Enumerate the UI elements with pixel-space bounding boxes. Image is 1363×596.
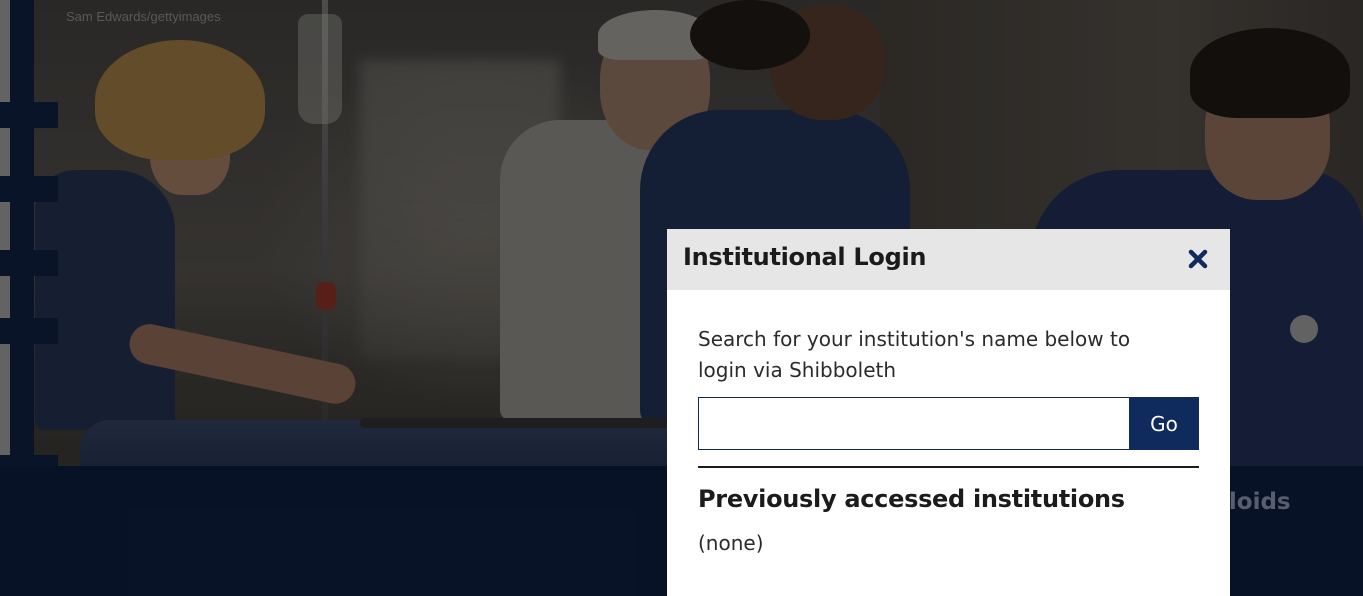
close-icon: [1188, 249, 1208, 269]
previous-institutions-empty: (none): [698, 531, 764, 555]
instructions-text: Search for your institution's name below…: [698, 327, 1131, 382]
go-button[interactable]: Go: [1129, 397, 1199, 450]
institution-search: Go: [698, 397, 1199, 450]
modal-header: Institutional Login: [667, 229, 1230, 290]
modal-body: Search for your institution's name below…: [667, 324, 1230, 555]
divider: [698, 466, 1199, 468]
previous-institutions-heading: Previously accessed institutions: [698, 485, 1125, 513]
close-button[interactable]: [1184, 245, 1212, 273]
institutional-login-modal: Institutional Login Search for your inst…: [667, 229, 1230, 596]
modal-title: Institutional Login: [683, 243, 927, 271]
institution-search-input[interactable]: [698, 397, 1129, 450]
